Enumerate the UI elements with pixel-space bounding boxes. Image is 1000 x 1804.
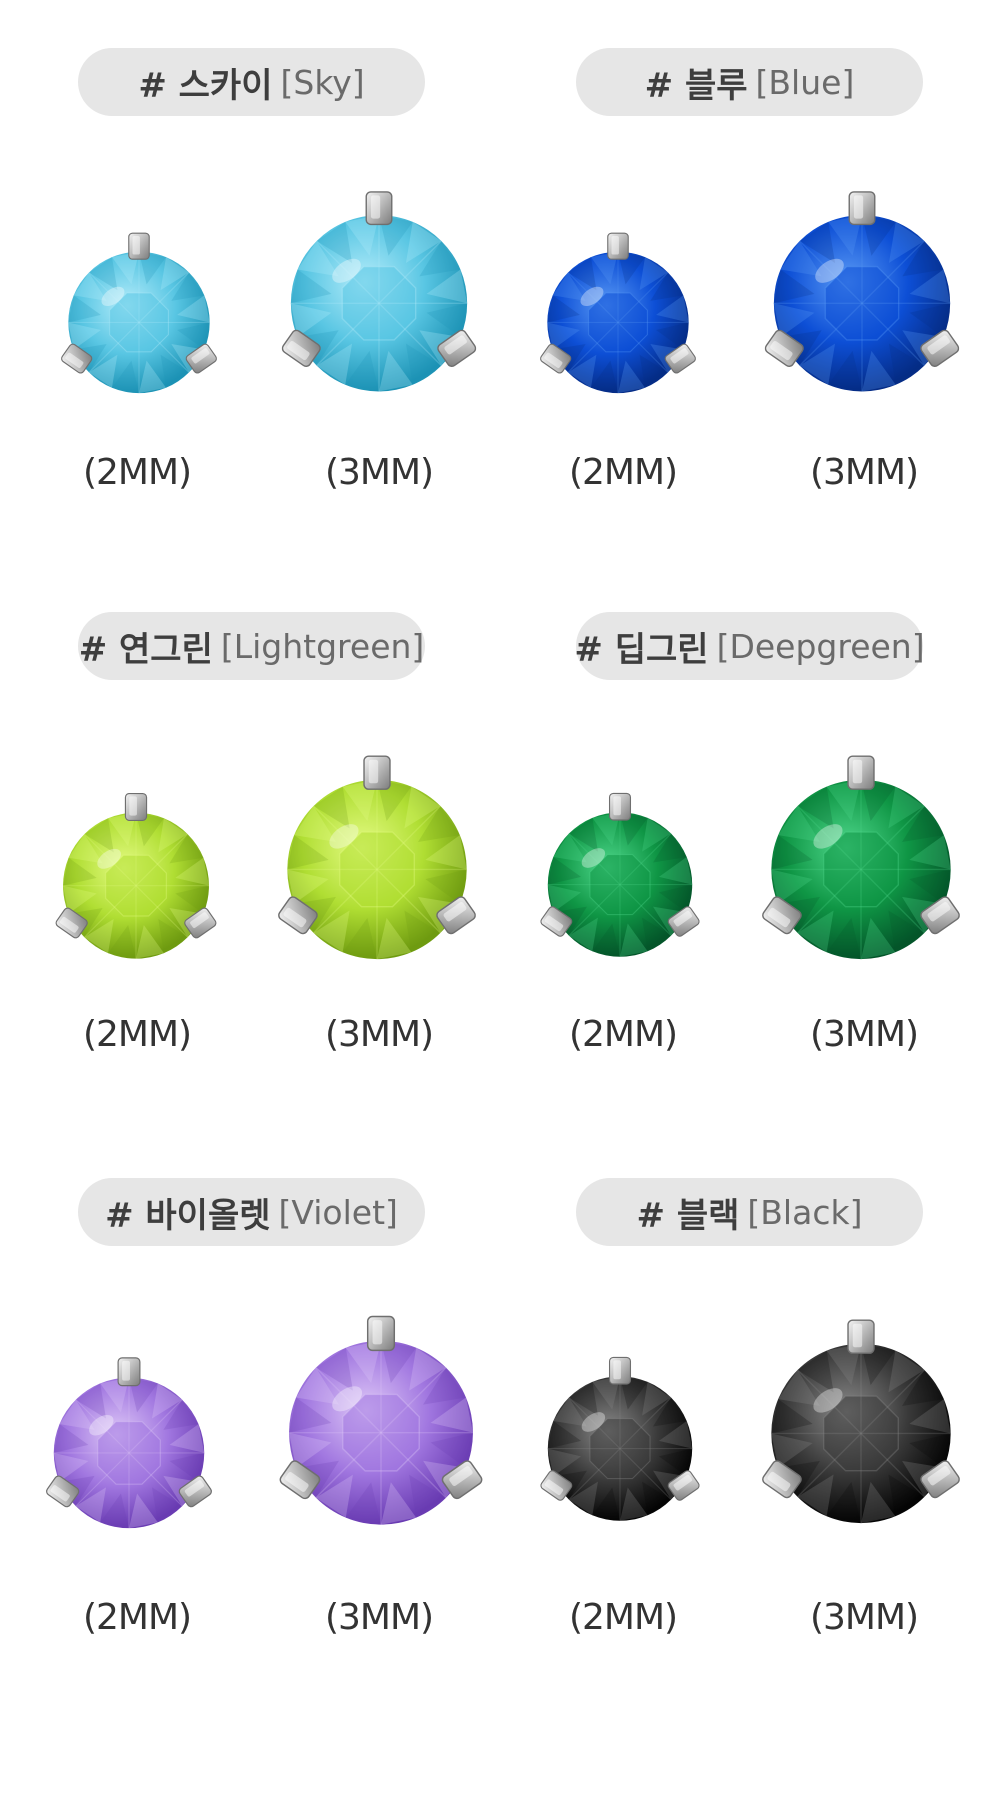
color-tag-english: [Deepgreen] (716, 626, 925, 666)
size-label-3mm: (3MM) (809, 1014, 919, 1055)
size-label-3mm: (3MM) (809, 452, 919, 493)
color-tag-violet: # 바이올렛 [Violet] (78, 1178, 425, 1246)
deepgreen-gem-3mm-image (762, 755, 960, 960)
lightgreen-gem-3mm-image (278, 755, 476, 960)
size-label-2mm: (2MM) (568, 452, 678, 493)
black-gem-3mm-image (762, 1319, 960, 1524)
color-tag-deepgreen: # 딥그린 [Deepgreen] (574, 612, 925, 680)
color-tag-korean: # 블루 (644, 65, 748, 106)
lightgreen-gem-2mm-image (55, 792, 217, 959)
color-tag-blue: # 블루 [Blue] (576, 48, 923, 116)
size-label-2mm: (2MM) (568, 1014, 678, 1055)
size-label-2mm: (2MM) (82, 1597, 192, 1638)
size-label-3mm: (3MM) (324, 1597, 434, 1638)
size-label-2mm: (2MM) (82, 452, 192, 493)
color-tag-korean: # 연그린 (78, 629, 213, 670)
color-tag-lightgreen: # 연그린 [Lightgreen] (78, 612, 425, 680)
violet-gem-2mm-image (46, 1357, 212, 1529)
color-tag-english: [Sky] (280, 62, 365, 102)
color-tag-korean: # 블랙 (636, 1195, 740, 1236)
blue-gem-3mm-image (764, 191, 960, 392)
size-label-2mm: (2MM) (568, 1597, 678, 1638)
color-tag-english: [Black] (747, 1192, 863, 1232)
sky-gem-3mm-image (281, 191, 477, 392)
violet-gem-3mm-image (279, 1315, 483, 1525)
color-tag-korean: # 딥그린 (574, 629, 709, 670)
deepgreen-gem-2mm-image (540, 792, 700, 957)
color-tag-english: [Lightgreen] (220, 626, 425, 666)
size-label-3mm: (3MM) (324, 1014, 434, 1055)
color-tag-black: # 블랙 [Black] (576, 1178, 923, 1246)
sky-gem-2mm-image (61, 232, 217, 394)
color-tag-english: [Blue] (755, 62, 855, 102)
color-tag-korean: # 바이올렛 (105, 1195, 271, 1236)
blue-gem-2mm-image (540, 232, 696, 394)
size-label-2mm: (2MM) (82, 1014, 192, 1055)
size-label-3mm: (3MM) (809, 1597, 919, 1638)
color-tag-english: [Violet] (278, 1192, 398, 1232)
size-label-3mm: (3MM) (324, 452, 434, 493)
color-tag-sky: # 스카이 [Sky] (78, 48, 425, 116)
black-gem-2mm-image (540, 1356, 700, 1521)
color-tag-korean: # 스카이 (138, 65, 273, 106)
